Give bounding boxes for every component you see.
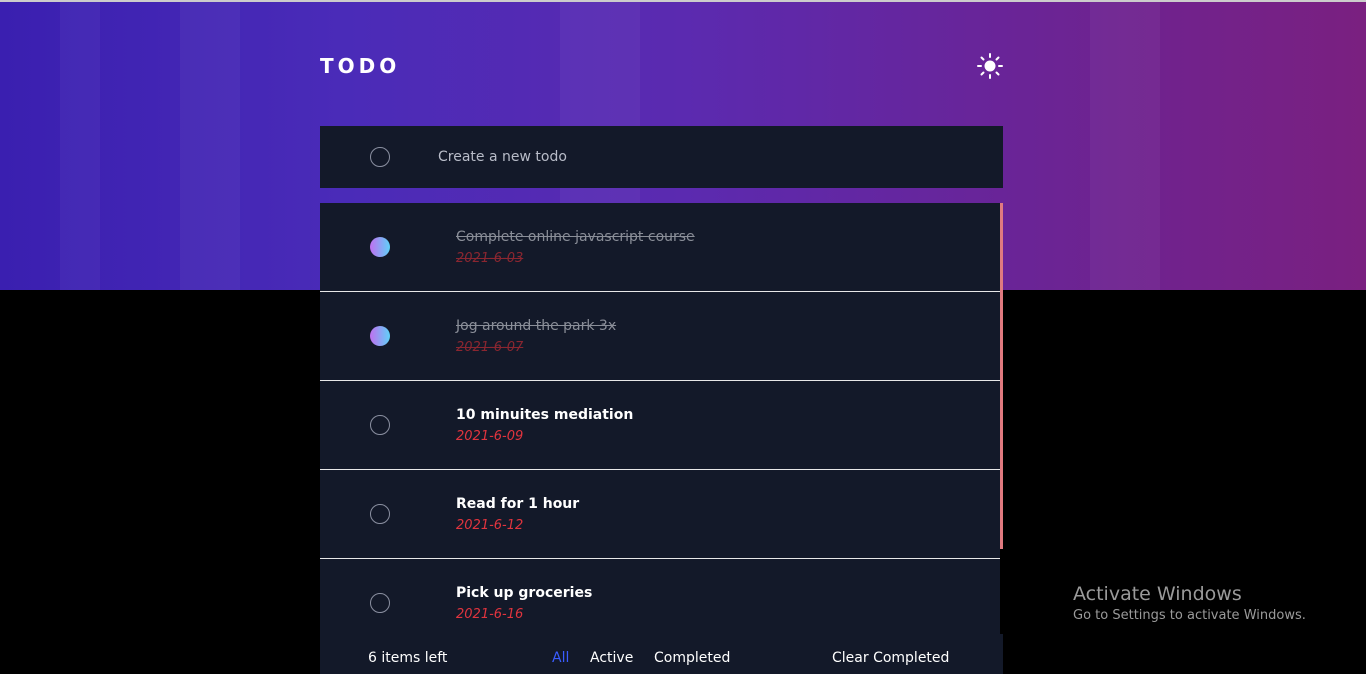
todo-text: Pick up groceries 2021-6-16 — [456, 585, 592, 622]
todo-checkbox[interactable] — [370, 593, 390, 613]
new-todo-bar — [320, 126, 1003, 188]
new-todo-checkbox[interactable] — [370, 147, 390, 167]
items-left-count: 6 items left — [368, 650, 448, 666]
todo-title: Complete online javascript course — [456, 228, 695, 245]
todo-text: Complete online javascript course 2021-6… — [456, 229, 695, 266]
app-title: TODO — [320, 54, 401, 78]
todo-footer: 6 items left All Active Completed Clear … — [320, 634, 1003, 674]
todo-date: 2021-6-16 — [456, 606, 524, 622]
todo-checkbox[interactable] — [370, 326, 390, 346]
todo-item[interactable]: Read for 1 hour 2021-6-12 — [320, 470, 1000, 559]
filter-active[interactable]: Active — [590, 650, 633, 666]
filter-all[interactable]: All — [552, 650, 569, 666]
todo-date: 2021-6-07 — [456, 339, 524, 355]
todo-checkbox[interactable] — [370, 415, 390, 435]
windows-activation-watermark: Activate Windows Go to Settings to activ… — [1073, 583, 1306, 623]
watermark-title: Activate Windows — [1073, 583, 1242, 605]
todo-text: Jog around the park 3x 2021-6-07 — [456, 318, 616, 355]
todo-list: Complete online javascript course 2021-6… — [320, 203, 1000, 659]
todo-checkbox[interactable] — [370, 504, 390, 524]
todo-text: Read for 1 hour 2021-6-12 — [456, 496, 579, 533]
todo-date: 2021-6-09 — [456, 428, 524, 444]
clear-completed-button[interactable]: Clear Completed — [832, 650, 949, 666]
todo-title: Read for 1 hour — [456, 495, 580, 512]
filter-completed[interactable]: Completed — [654, 650, 730, 666]
theme-toggle-button[interactable] — [976, 52, 1004, 80]
todo-item[interactable]: Jog around the park 3x 2021-6-07 — [320, 292, 1000, 381]
todo-title: 10 minuites mediation — [456, 406, 634, 423]
todo-date: 2021-6-12 — [456, 517, 524, 533]
sun-icon — [977, 53, 1003, 79]
todo-date: 2021-6-03 — [456, 250, 524, 266]
todo-title: Pick up groceries — [456, 584, 593, 601]
todo-item[interactable]: Complete online javascript course 2021-6… — [320, 203, 1000, 292]
new-todo-input[interactable] — [438, 149, 938, 165]
todo-title: Jog around the park 3x — [456, 317, 617, 334]
todo-checkbox[interactable] — [370, 237, 390, 257]
scrollbar[interactable] — [1000, 203, 1003, 549]
watermark-subtitle: Go to Settings to activate Windows. — [1073, 608, 1306, 623]
todo-text: 10 minuites mediation 2021-6-09 — [456, 407, 633, 444]
todo-item[interactable]: 10 minuites mediation 2021-6-09 — [320, 381, 1000, 470]
